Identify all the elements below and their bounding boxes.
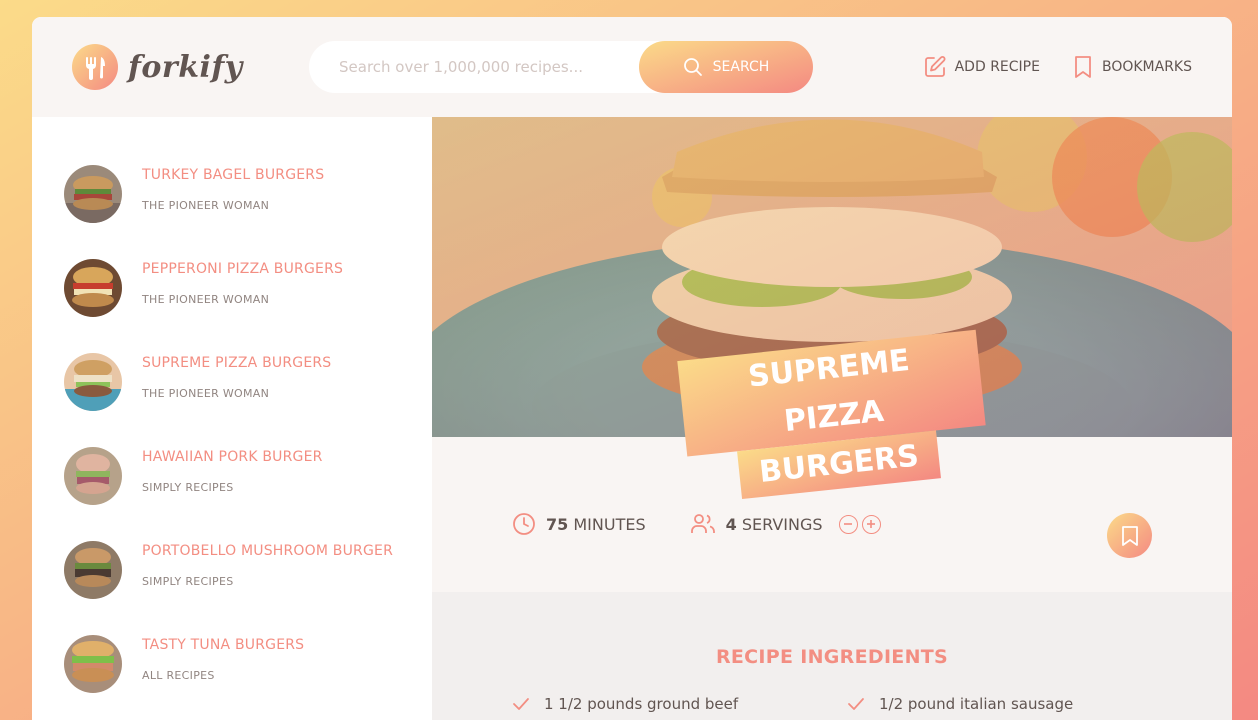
recipe-thumbnail xyxy=(64,165,122,223)
recipe-thumbnail xyxy=(64,353,122,411)
add-recipe-button[interactable]: ADD RECIPE xyxy=(923,55,1040,79)
result-item[interactable]: PORTOBELLO MUSHROOM BURGER SIMPLY RECIPE… xyxy=(64,541,404,601)
result-publisher: SIMPLY RECIPES xyxy=(142,481,234,494)
result-item[interactable]: SUPREME PIZZA BURGERS THE PIONEER WOMAN xyxy=(64,353,404,413)
result-publisher: THE PIONEER WOMAN xyxy=(142,293,270,306)
ingredients-heading: RECIPE INGREDIENTS xyxy=(715,646,949,668)
servings-unit: SERVINGS xyxy=(741,514,823,534)
add-recipe-label: ADD RECIPE xyxy=(954,59,1040,75)
bookmark-icon xyxy=(1075,56,1091,78)
logo-text: forkify xyxy=(128,49,243,85)
recipe-view: SUPREME PIZZA BURGERS 75 MINUTES 4 SERVI… xyxy=(432,117,1232,720)
result-item[interactable]: TURKEY BAGEL BURGERS THE PIONEER WOMAN xyxy=(64,165,404,225)
check-icon xyxy=(848,698,864,710)
clock-icon xyxy=(513,513,535,535)
recipe-details: 75 MINUTES 4 SERVINGS xyxy=(512,512,881,536)
increase-servings-button[interactable] xyxy=(861,514,881,534)
logo[interactable]: forkify xyxy=(72,44,243,90)
bookmarks-button[interactable]: BOOKMARKS xyxy=(1072,55,1192,79)
ingredient-text: 1 1/2 pounds ground beef xyxy=(544,695,739,713)
bookmarks-label: BOOKMARKS xyxy=(1101,59,1192,75)
bookmark-recipe-button[interactable] xyxy=(1107,513,1152,558)
cooking-time-value: 75 xyxy=(546,514,569,534)
ingredient-text: 1/2 pound italian sausage xyxy=(879,695,1074,713)
cooking-time-unit: MINUTES xyxy=(573,514,646,534)
result-publisher: SIMPLY RECIPES xyxy=(142,575,234,588)
result-item[interactable]: HAWAIIAN PORK BURGER SIMPLY RECIPES xyxy=(64,447,404,507)
servings-value: 4 xyxy=(725,514,737,534)
fork-knife-icon xyxy=(72,44,118,90)
header: forkify SEARCH ADD RECIPE xyxy=(32,17,1232,117)
recipe-thumbnail xyxy=(64,259,122,317)
servings: 4 SERVINGS xyxy=(690,512,823,536)
recipe-ingredients: RECIPE INGREDIENTS 1 1/2 pounds ground b… xyxy=(432,592,1232,720)
minus-circle-icon xyxy=(844,523,853,525)
result-title: TASTY TUNA BURGERS xyxy=(142,637,305,653)
result-item[interactable]: PEPPERONI PIZZA BURGERS THE PIONEER WOMA… xyxy=(64,259,404,319)
check-icon xyxy=(513,698,529,710)
result-title: PEPPERONI PIZZA BURGERS xyxy=(142,261,344,277)
decrease-servings-button[interactable] xyxy=(838,514,858,534)
app-container: forkify SEARCH ADD RECIPE xyxy=(32,17,1232,720)
search-form: SEARCH xyxy=(309,41,813,93)
result-publisher: ALL RECIPES xyxy=(142,669,215,682)
search-icon xyxy=(683,58,702,76)
users-icon xyxy=(690,514,715,533)
recipe-thumbnail xyxy=(64,447,122,505)
top-nav: ADD RECIPE BOOKMARKS xyxy=(923,55,1192,79)
result-item[interactable]: TASTY TUNA BURGERS ALL RECIPES xyxy=(64,635,404,695)
recipe-thumbnail xyxy=(64,635,122,693)
search-input[interactable] xyxy=(339,58,629,76)
recipe-thumbnail xyxy=(64,541,122,599)
search-button[interactable]: SEARCH xyxy=(639,41,813,93)
edit-icon xyxy=(924,56,946,77)
result-title: SUPREME PIZZA BURGERS xyxy=(142,355,332,371)
servings-controls xyxy=(838,514,881,534)
result-title: PORTOBELLO MUSHROOM BURGER xyxy=(142,543,393,559)
plus-circle-icon xyxy=(867,520,876,528)
recipe-title: SUPREME PIZZA BURGERS xyxy=(677,329,990,505)
result-publisher: THE PIONEER WOMAN xyxy=(142,199,270,212)
result-title: TURKEY BAGEL BURGERS xyxy=(142,167,325,183)
search-results: TURKEY BAGEL BURGERS THE PIONEER WOMAN P… xyxy=(32,117,432,720)
result-publisher: THE PIONEER WOMAN xyxy=(142,387,270,400)
ingredient-item: 1/2 pound italian sausage xyxy=(847,695,1073,713)
result-title: HAWAIIAN PORK BURGER xyxy=(142,449,323,465)
search-button-label: SEARCH xyxy=(712,59,770,75)
ingredient-item: 1 1/2 pounds ground beef xyxy=(512,695,738,713)
cooking-time: 75 MINUTES xyxy=(512,512,646,536)
bookmark-icon xyxy=(1121,525,1138,546)
